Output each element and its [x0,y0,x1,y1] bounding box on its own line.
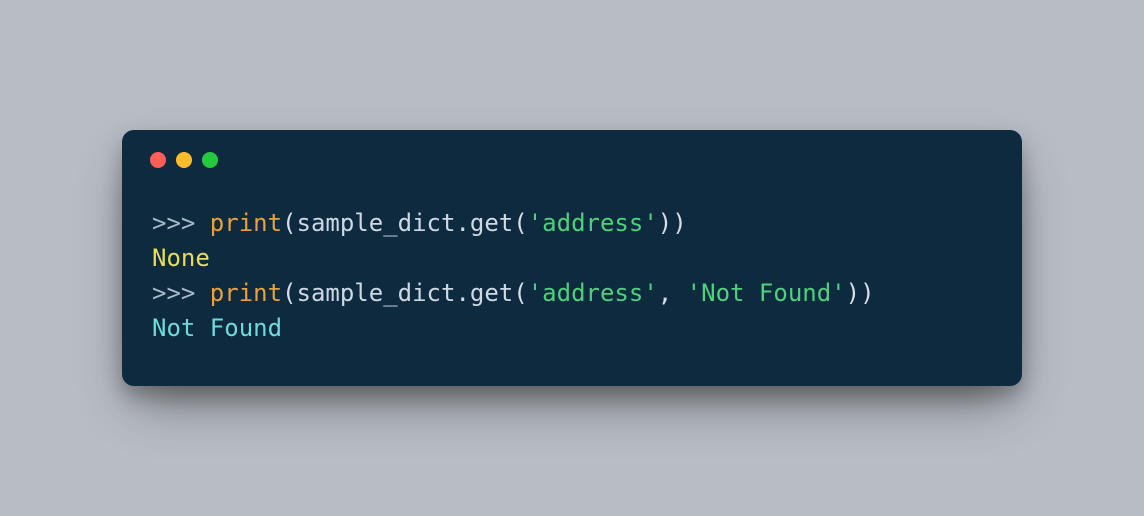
code-line: >>> print(sample_dict.get('address', 'No… [152,276,992,311]
code-token: ( [513,209,527,237]
code-token: sample_dict [297,209,456,237]
code-area: >>> print(sample_dict.get('address'))Non… [122,176,1022,385]
code-token: 'address' [528,209,658,237]
code-token: ) [658,209,672,237]
code-token: sample_dict [297,279,456,307]
maximize-icon[interactable] [202,152,218,168]
code-token: 'address' [528,279,658,307]
code-token: . [455,209,469,237]
code-token: ) [860,279,874,307]
code-token: >>> [152,279,210,307]
code-token: ( [282,279,296,307]
code-token: , [658,279,687,307]
code-token: None [152,244,210,272]
code-token: get [470,279,513,307]
terminal-window: >>> print(sample_dict.get('address'))Non… [122,130,1022,385]
titlebar [122,130,1022,176]
code-token: ( [513,279,527,307]
code-token: ) [846,279,860,307]
minimize-icon[interactable] [176,152,192,168]
code-token: Not Found [152,314,282,342]
code-token: get [470,209,513,237]
code-token: 'Not Found' [687,279,846,307]
code-token: print [210,279,282,307]
code-line: Not Found [152,311,992,346]
code-token: ) [672,209,686,237]
code-token: ( [282,209,296,237]
code-line: None [152,241,992,276]
code-line: >>> print(sample_dict.get('address')) [152,206,992,241]
code-token: print [210,209,282,237]
code-token: . [455,279,469,307]
close-icon[interactable] [150,152,166,168]
code-token: >>> [152,209,210,237]
